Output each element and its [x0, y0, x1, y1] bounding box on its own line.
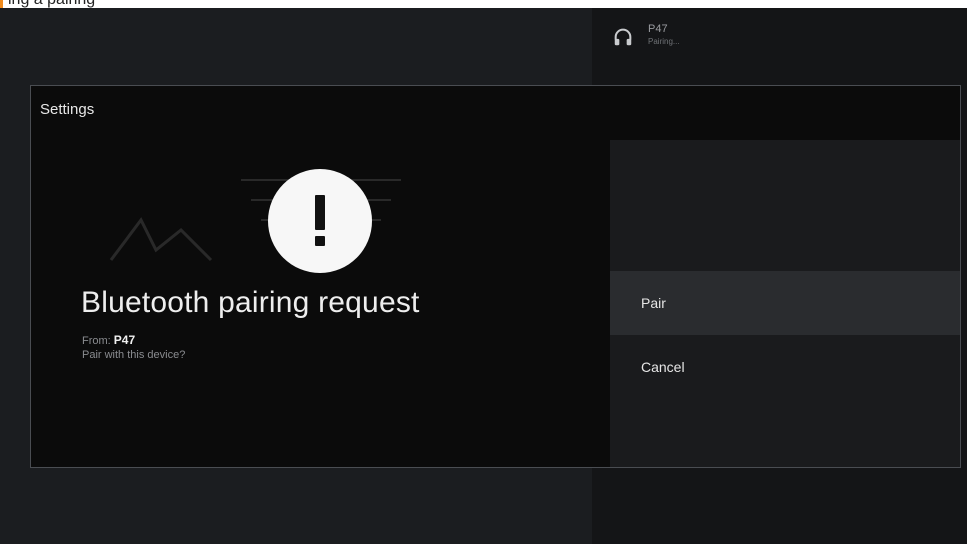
- from-label: From:: [82, 335, 111, 347]
- top-caption-strip: ing a pairing: [0, 0, 967, 8]
- from-device-name: P47: [113, 333, 136, 347]
- exclamation-dot: [315, 236, 325, 246]
- background-watermark-icon: [109, 217, 213, 262]
- pairing-request-title: Bluetooth pairing request: [81, 286, 420, 319]
- headphones-icon: [612, 26, 634, 48]
- dialog-header-right: [610, 86, 960, 140]
- pairing-notification: P47 Pairing...: [612, 22, 680, 48]
- action-panel: Pair Cancel: [610, 140, 960, 467]
- from-line: From: P47: [82, 333, 135, 347]
- dialog-message-panel: Bluetooth pairing request From: P47 Pair…: [31, 140, 610, 467]
- notification-status: Pairing...: [648, 36, 680, 46]
- pair-button-label: Pair: [641, 295, 666, 311]
- cancel-button[interactable]: Cancel: [610, 335, 960, 399]
- dialog-title: Settings: [40, 101, 95, 118]
- accent-marker: [0, 0, 3, 8]
- exclamation-icon: [268, 169, 372, 273]
- pair-button[interactable]: Pair: [610, 271, 960, 335]
- exclamation-bar: [315, 195, 325, 230]
- notification-device-name: P47: [648, 22, 668, 35]
- pair-question: Pair with this device?: [82, 349, 186, 361]
- cancel-button-label: Cancel: [641, 359, 685, 375]
- screen: ing a pairing P47 Pairing... Settings: [0, 0, 967, 544]
- top-caption: ing a pairing: [8, 0, 95, 9]
- pairing-dialog: Settings Bluetooth pairing request From:…: [30, 85, 961, 468]
